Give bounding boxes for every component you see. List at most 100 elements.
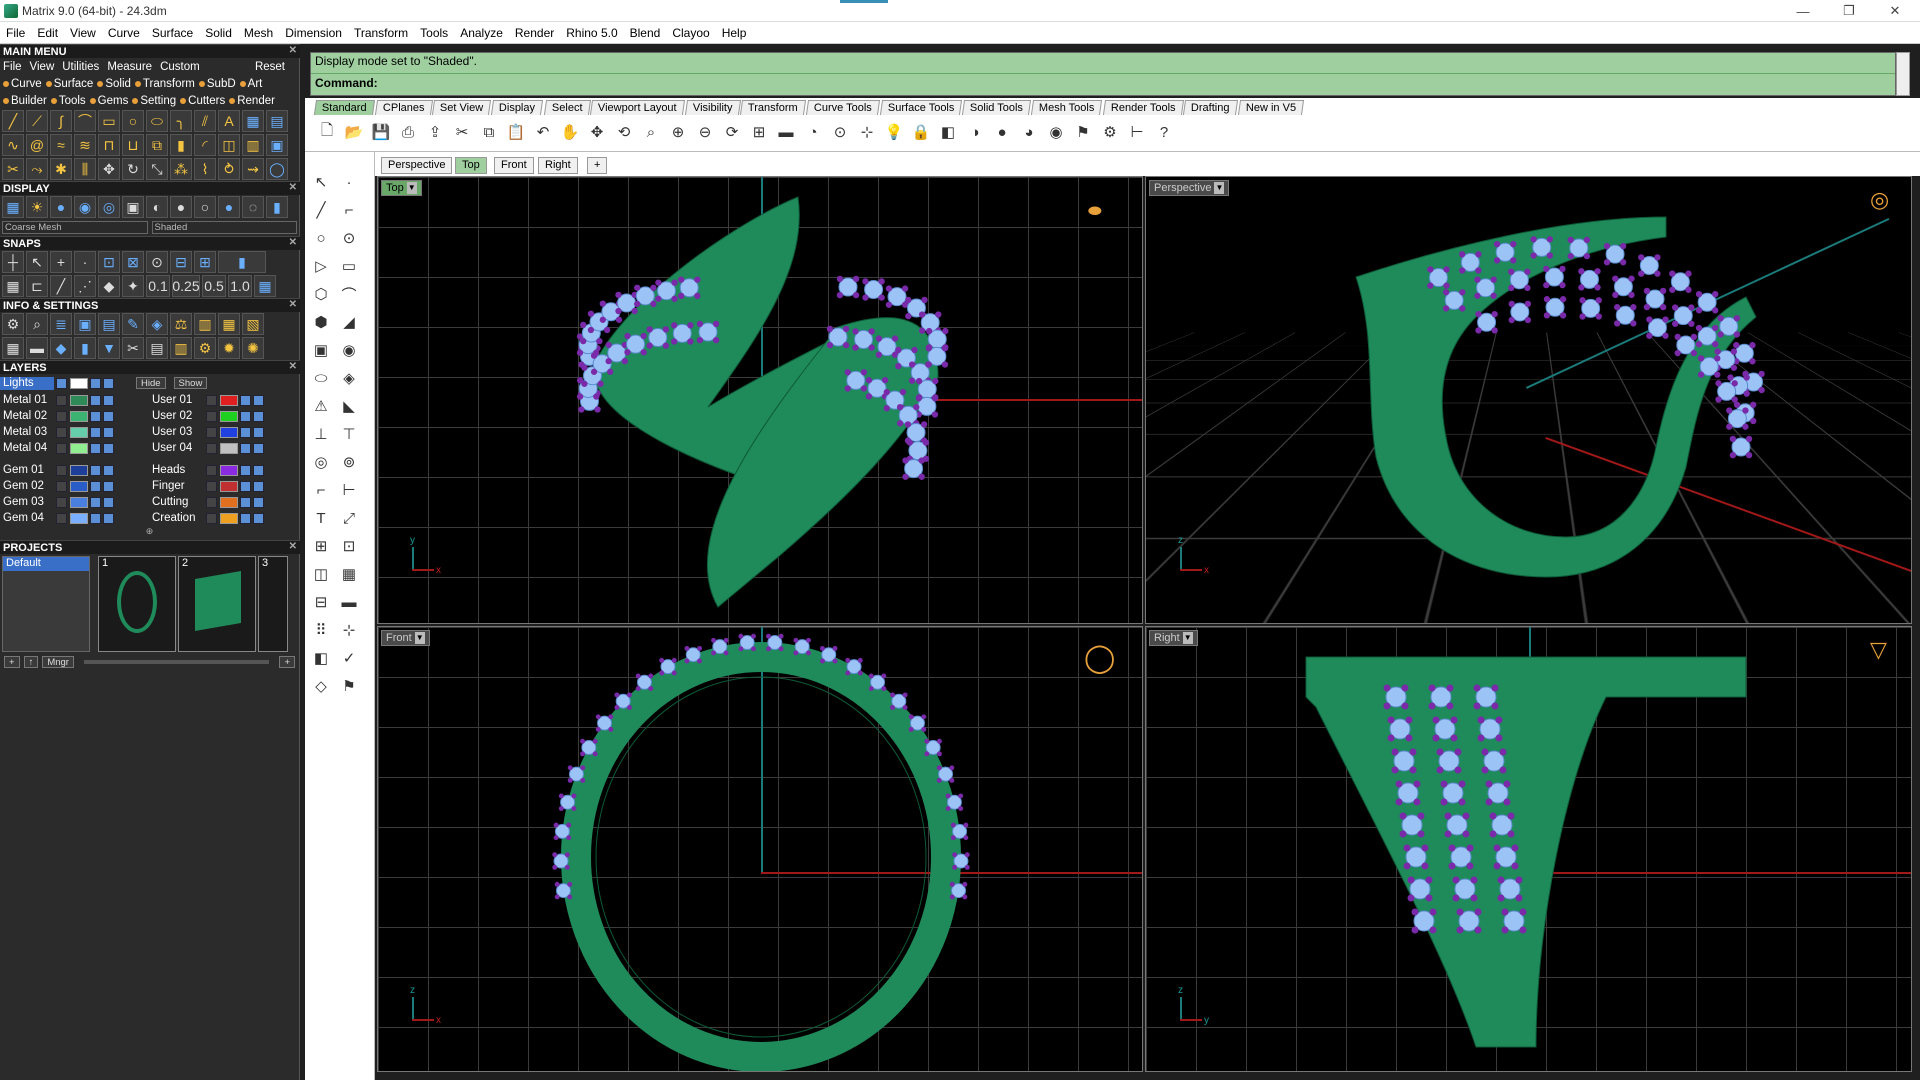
layer-visible-icon[interactable] [253,442,264,454]
snap-end-icon[interactable]: ┼ [2,251,24,273]
menu-view[interactable]: View [64,26,102,40]
settings-icon[interactable]: ⚙ [1098,120,1122,144]
menu-curve[interactable]: Curve [102,26,146,40]
mirror-icon[interactable]: ⧉ [146,134,168,156]
menu-analyze[interactable]: Analyze [454,26,509,40]
lights-layer[interactable]: Lights [0,376,54,390]
tab-perspective[interactable]: Perspective [381,157,453,174]
layer-row[interactable]: Gem 03 [0,494,148,510]
close-icon[interactable]: ✕ [289,299,297,310]
split-icon[interactable]: ⊥ [309,422,333,446]
edit-icon[interactable]: ✎ [122,313,144,335]
lights-swatch[interactable] [70,377,88,389]
cplane-icon[interactable]: ▬ [774,120,798,144]
layer-visible-icon[interactable] [253,496,264,508]
render-icon[interactable] [103,377,114,389]
tab-top[interactable]: Top [455,157,487,174]
mm-reset[interactable]: Reset [255,61,285,73]
fill-icon[interactable]: ◣ [337,394,361,418]
mm-art[interactable]: Art [239,78,262,90]
light-bulb-icon[interactable]: 💡 [882,120,906,144]
mm-solid[interactable]: Solid [97,78,131,90]
toolbar-tab[interactable]: New in V5 [1237,100,1305,115]
menu-solid[interactable]: Solid [199,26,238,40]
viewport-label-front[interactable]: Front ▼ [381,630,430,646]
viewport-label-right[interactable]: Right ▼ [1149,630,1198,646]
layer-visible-icon[interactable] [103,496,114,508]
snap-near-icon[interactable]: ↖ [26,251,48,273]
layer-toggle[interactable] [56,377,67,389]
render-sphere-icon[interactable]: ◕ [1017,120,1041,144]
options-icon[interactable]: ⚙ [2,313,24,335]
layer-visible-icon[interactable] [253,512,264,524]
boolean-icon[interactable]: ⊚ [337,450,361,474]
layer-lock-icon[interactable] [90,496,101,508]
cog-icon[interactable]: ✹ [218,337,240,359]
pan-icon[interactable]: ✋ [558,120,582,144]
layer-row[interactable]: Heads [148,462,298,478]
circle-icon[interactable]: ○ [309,226,333,250]
layer-color-swatch[interactable] [70,512,88,524]
layer-lock-icon[interactable] [240,410,251,422]
snap-value-3[interactable]: 1.0 [228,275,252,297]
sweep-icon[interactable]: ≋ [74,134,96,156]
mesh-select[interactable]: Coarse Mesh [2,221,148,234]
toolbar-tab[interactable]: Visibility [684,100,741,115]
layer-row[interactable]: Gem 01 [0,462,148,478]
explode-icon[interactable]: ✱ [50,158,72,180]
panel-icon[interactable]: ▤ [266,110,288,132]
dash-icon[interactable]: ▬ [26,337,48,359]
rectangle-icon[interactable]: ▭ [337,254,361,278]
menu-surface[interactable]: Surface [146,26,199,40]
select-icon[interactable]: ↖ [309,170,333,194]
layer-color-swatch[interactable] [220,480,238,492]
polygon-icon[interactable]: ▷ [309,254,333,278]
toolbar-tab[interactable]: Viewport Layout [590,100,685,115]
mesh-icon[interactable]: ▦ [337,562,361,586]
planar-icon[interactable]: ╱ [50,275,72,297]
rendered-sphere-icon[interactable]: ◉ [74,196,96,218]
layer-current-icon[interactable] [206,442,217,454]
snap-perp-icon[interactable]: ⊙ [146,251,168,273]
report2-icon[interactable]: ▦ [218,313,240,335]
layers-collapse-icon[interactable]: ⊕ [0,526,299,540]
extrude-icon[interactable]: ▮ [170,134,192,156]
layer-row[interactable]: User 03 [148,424,298,440]
menu-help[interactable]: Help [716,26,753,40]
layer-current-icon[interactable] [206,512,217,524]
viewport-label-perspective[interactable]: Perspective ▼ [1149,180,1230,196]
toolbar-tab[interactable]: Curve Tools [805,100,880,115]
box-icon[interactable]: ▣ [309,338,333,362]
shade-icon[interactable]: ◔ [801,120,825,144]
layer-lock-icon[interactable] [90,410,101,422]
cog2-icon[interactable]: ✺ [242,337,264,359]
group-icon[interactable]: ⊡ [337,534,361,558]
zoom-selected-icon[interactable]: ⊖ [693,120,717,144]
layer-visible-icon[interactable] [103,426,114,438]
menu-mesh[interactable]: Mesh [238,26,279,40]
fillet-icon[interactable]: ╮ [170,110,192,132]
open-icon[interactable]: 📂 [342,120,366,144]
ghosted-icon[interactable]: ◎ [98,196,120,218]
sphere-icon[interactable]: ○ [194,196,216,218]
layer-color-swatch[interactable] [220,512,238,524]
rotate-view-icon[interactable]: ⟲ [612,120,636,144]
mm-cutters[interactable]: Cutters [180,95,225,107]
mm-tools[interactable]: Tools [50,95,86,107]
toolbar-tab[interactable]: Select [543,100,591,115]
layer-icon[interactable]: ◫ [309,562,333,586]
surface-icon[interactable]: ⊟ [309,590,333,614]
arc-icon[interactable]: ⌒ [337,282,361,306]
split-icon[interactable]: ⫼ [74,158,96,180]
toolbar-tab[interactable]: Solid Tools [962,100,1032,115]
zoom-extents-icon[interactable]: ⊕ [666,120,690,144]
mm-utilities[interactable]: Utilities [62,61,99,73]
color-wheel-icon[interactable]: ◑ [963,120,987,144]
manager-button[interactable]: Mngr [42,656,74,668]
command-scrollbar[interactable] [1896,52,1910,96]
mm-subd[interactable]: SubD [198,78,236,90]
layer-visible-icon[interactable] [253,394,264,406]
layer-visible-icon[interactable] [103,512,114,524]
mm-surface[interactable]: Surface [45,78,93,90]
mm-curve[interactable]: Curve [3,78,42,90]
